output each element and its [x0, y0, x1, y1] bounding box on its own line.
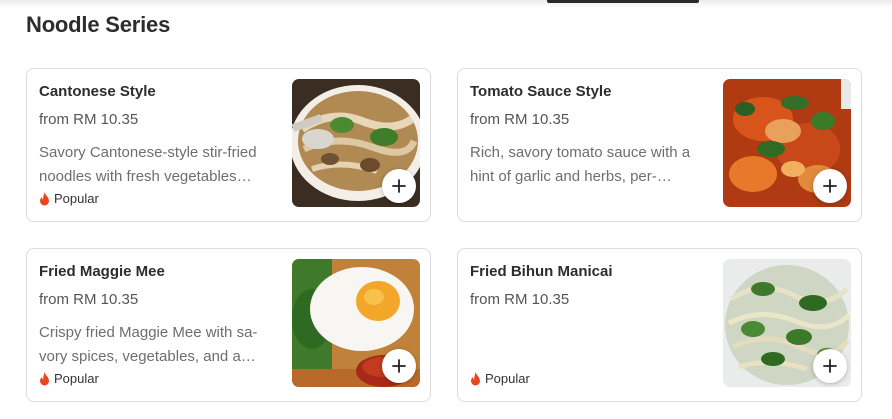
- menu-item-card[interactable]: Fried Maggie Mee from RM 10.35 Crispy fr…: [26, 248, 431, 402]
- section-title: Noodle Series: [26, 12, 171, 37]
- item-price: from RM 10.35: [470, 111, 570, 128]
- item-price: from RM 10.35: [39, 111, 139, 128]
- fire-icon: [471, 371, 480, 385]
- popular-badge: Popular: [39, 371, 99, 386]
- item-image: [723, 259, 851, 387]
- badge-label: Popular: [54, 191, 99, 206]
- item-image: [292, 79, 420, 207]
- item-name: Fried Bihun Manicai: [470, 263, 613, 280]
- plus-icon: [823, 359, 837, 373]
- item-price: from RM 10.35: [470, 291, 570, 308]
- badge-label: Popular: [485, 371, 530, 386]
- menu-item-card[interactable]: Fried Bihun Manicai from RM 10.35 Popula…: [457, 248, 862, 402]
- item-price: from RM 10.35: [39, 291, 139, 308]
- item-name: Cantonese Style: [39, 83, 156, 100]
- item-description: Savory Cantonese-style stir-fried noodle…: [39, 144, 257, 185]
- top-indicator: [547, 0, 699, 3]
- popular-badge: Popular: [39, 191, 99, 206]
- item-name: Tomato Sauce Style: [470, 83, 612, 100]
- add-button[interactable]: [813, 349, 847, 383]
- popular-badge: Popular: [470, 371, 530, 386]
- add-button[interactable]: [382, 169, 416, 203]
- menu-item-card[interactable]: Cantonese Style from RM 10.35 Savory Can…: [26, 68, 431, 222]
- plus-icon: [392, 359, 406, 373]
- add-button[interactable]: [382, 349, 416, 383]
- menu-item-card[interactable]: Tomato Sauce Style from RM 10.35 Rich, s…: [457, 68, 862, 222]
- item-description: Crispy fried Maggie Mee with sa-vory spi…: [39, 324, 258, 365]
- fire-icon: [40, 371, 49, 385]
- plus-icon: [392, 179, 406, 193]
- top-shadow: [0, 0, 892, 8]
- item-image: [292, 259, 420, 387]
- item-description: Rich, savory tomato sauce with a hint of…: [470, 144, 691, 185]
- fire-icon: [40, 191, 49, 205]
- plus-icon: [823, 179, 837, 193]
- item-name: Fried Maggie Mee: [39, 263, 165, 280]
- item-image: [723, 79, 851, 207]
- badge-label: Popular: [54, 371, 99, 386]
- add-button[interactable]: [813, 169, 847, 203]
